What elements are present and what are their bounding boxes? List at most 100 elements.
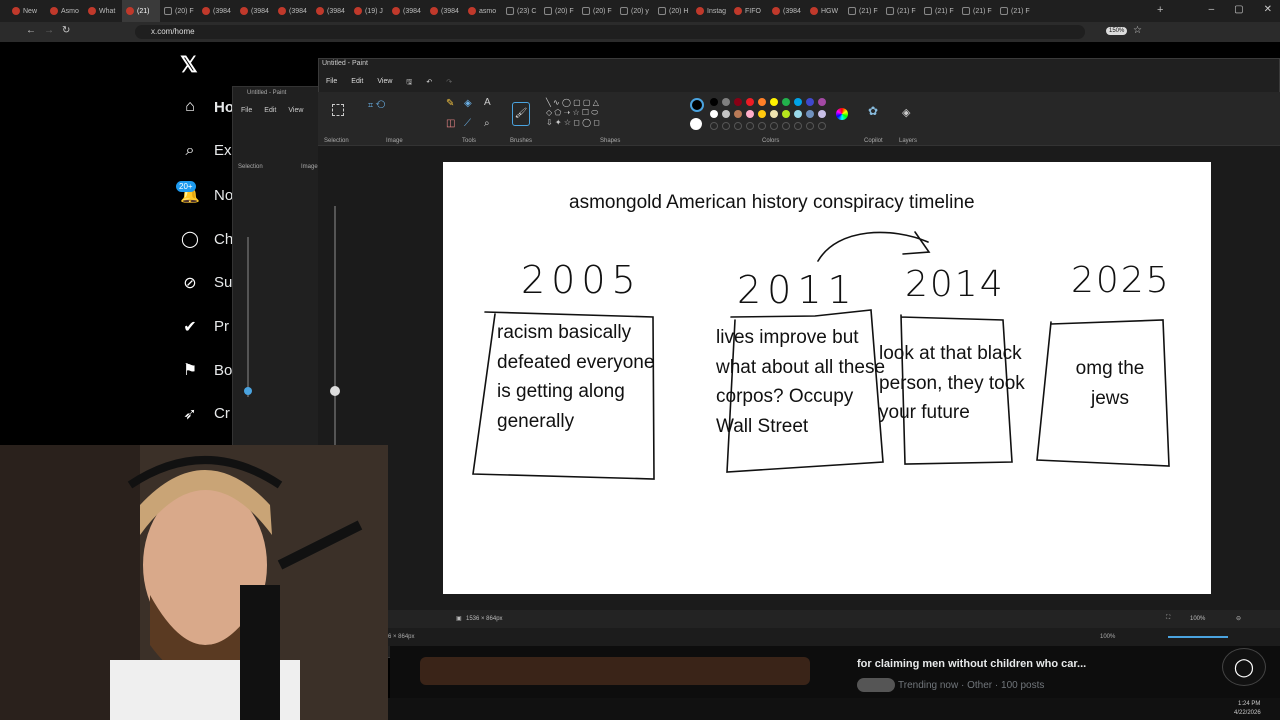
menu-view[interactable]: View [377,78,392,89]
x-nav-item[interactable]: ⌂ Ho [180,98,234,116]
color-swatch[interactable] [746,98,754,106]
color-swatch[interactable] [746,110,754,118]
back-zoom-level[interactable]: 100% [1100,634,1115,640]
zoom-out-icon[interactable]: ⊖ [1236,615,1241,622]
zoom-level[interactable]: 100% [1190,616,1205,622]
selection-tool-icon[interactable] [332,104,344,116]
color-picker-icon[interactable]: ⟋ [464,118,471,129]
magnifier-icon[interactable]: ⌕ [484,118,490,129]
forward-icon[interactable]: → [44,25,54,36]
video-thumbnail[interactable] [420,657,810,685]
x-nav-item[interactable]: ◯ Ch [180,229,233,249]
color-swatch[interactable] [734,110,742,118]
shapes-gallery[interactable]: ╲ ∿ ◯ ▢ ▢ △ ◇ ⬠ ➝ ☆ ☐ ⬭ ⇩ ✦ ☆ ◻ ◯ ◻ [546,98,626,128]
redo-icon[interactable]: ↷ [446,78,452,89]
zoom-slider[interactable] [247,237,249,397]
browser-tab[interactable]: (20) F [578,0,616,22]
brushes-button[interactable]: 🖌 [512,102,530,126]
color-swatch[interactable] [770,98,778,106]
menu-edit[interactable]: Edit [264,107,276,114]
eraser-icon[interactable]: ◫ [446,118,455,129]
browser-tab[interactable]: (21) F [958,0,996,22]
browser-tab[interactable]: (3984 [388,0,426,22]
minimize-icon[interactable]: – [1209,4,1215,15]
color-swatch[interactable] [818,110,826,118]
back-zoom-slider[interactable] [1168,636,1228,638]
reload-icon[interactable]: ↻ [62,25,70,36]
color-swatch[interactable] [782,110,790,118]
browser-tab[interactable]: HGW [806,0,844,22]
browser-tab[interactable]: (3984 [274,0,312,22]
zoom-slider-handle[interactable] [330,386,340,396]
empty-color-slot[interactable] [794,122,802,130]
browser-tab[interactable]: (3984 [768,0,806,22]
url-input[interactable]: x.com/home [135,25,1085,39]
layers-icon[interactable]: ◈ [902,106,910,119]
color-swatch[interactable] [794,98,802,106]
menu-file[interactable]: File [241,107,252,114]
fill-icon[interactable]: ◈ [464,98,472,109]
color-swatch[interactable] [758,110,766,118]
color-swatch[interactable] [710,98,718,106]
menu-file[interactable]: File [326,78,337,89]
crop-icon[interactable]: ⌗ ⟲ [368,100,385,111]
browser-tab[interactable]: (23) C [502,0,540,22]
fit-icon[interactable]: ⛶ [1166,615,1170,622]
color-swatch[interactable] [710,110,718,118]
color-swatch[interactable] [770,110,778,118]
color-swatch[interactable] [806,110,814,118]
browser-tab[interactable]: (3984 [236,0,274,22]
browser-tab[interactable]: New [8,0,46,22]
paint-canvas[interactable]: asmongold American history conspiracy ti… [443,162,1211,594]
zoom-badge[interactable]: 150% [1106,27,1128,35]
empty-color-slot[interactable] [734,122,742,130]
browser-tab[interactable]: (21) [122,0,160,22]
zoom-slider-handle[interactable] [244,387,252,395]
copilot-icon[interactable]: ✿ [868,104,878,118]
menu-edit[interactable]: Edit [351,78,363,89]
star-icon[interactable]: ☆ [1133,25,1142,36]
x-nav-item[interactable]: ✔ Pr [180,317,229,337]
browser-tab[interactable]: (3984 [198,0,236,22]
x-nav-item[interactable]: ⌕ Ex [180,142,232,160]
browser-tab[interactable]: FIFO [730,0,768,22]
browser-tab[interactable]: (20) y [616,0,654,22]
empty-color-slot[interactable] [782,122,790,130]
empty-color-slot[interactable] [758,122,766,130]
color-swatch[interactable] [818,98,826,106]
browser-tab[interactable]: (3984 [312,0,350,22]
color-swatch[interactable] [758,98,766,106]
secondary-color[interactable] [690,118,702,130]
pencil-icon[interactable]: ✎ [446,98,454,109]
trending-title[interactable]: for claiming men without children who ca… [857,658,1086,670]
x-nav-item[interactable]: ➶ Cr [180,404,230,424]
browser-tab[interactable]: (21) F [882,0,920,22]
save-icon[interactable]: 🖫 [406,78,412,89]
browser-tab[interactable]: asmo [464,0,502,22]
empty-color-slot[interactable] [818,122,826,130]
browser-tab[interactable]: (3984 [426,0,464,22]
empty-color-slot[interactable] [722,122,730,130]
browser-tab[interactable]: Asmo [46,0,84,22]
empty-color-slot[interactable] [770,122,778,130]
new-tab-button[interactable]: + [1157,4,1163,16]
color-swatch[interactable] [722,98,730,106]
menu-view[interactable]: View [288,107,303,114]
color-swatch[interactable] [722,110,730,118]
x-nav-item[interactable]: ⚑ Bo [180,360,233,380]
browser-tab[interactable]: (21) F [920,0,958,22]
close-icon[interactable]: ✕ [1264,4,1272,15]
undo-icon[interactable]: ↶ [426,78,432,89]
browser-tab[interactable]: Instag [692,0,730,22]
color-palette[interactable] [710,98,830,132]
browser-tab[interactable]: (20) F [540,0,578,22]
chat-button[interactable]: ◯ [1222,648,1266,686]
color-swatch[interactable] [734,98,742,106]
back-icon[interactable]: ← [26,25,36,36]
edit-colors-icon[interactable] [836,108,848,120]
x-logo-icon[interactable]: 𝕏 [180,52,198,78]
text-icon[interactable]: A [484,97,491,108]
browser-tab[interactable]: (20) H [654,0,692,22]
browser-tab[interactable]: (21) F [996,0,1034,22]
empty-color-slot[interactable] [746,122,754,130]
